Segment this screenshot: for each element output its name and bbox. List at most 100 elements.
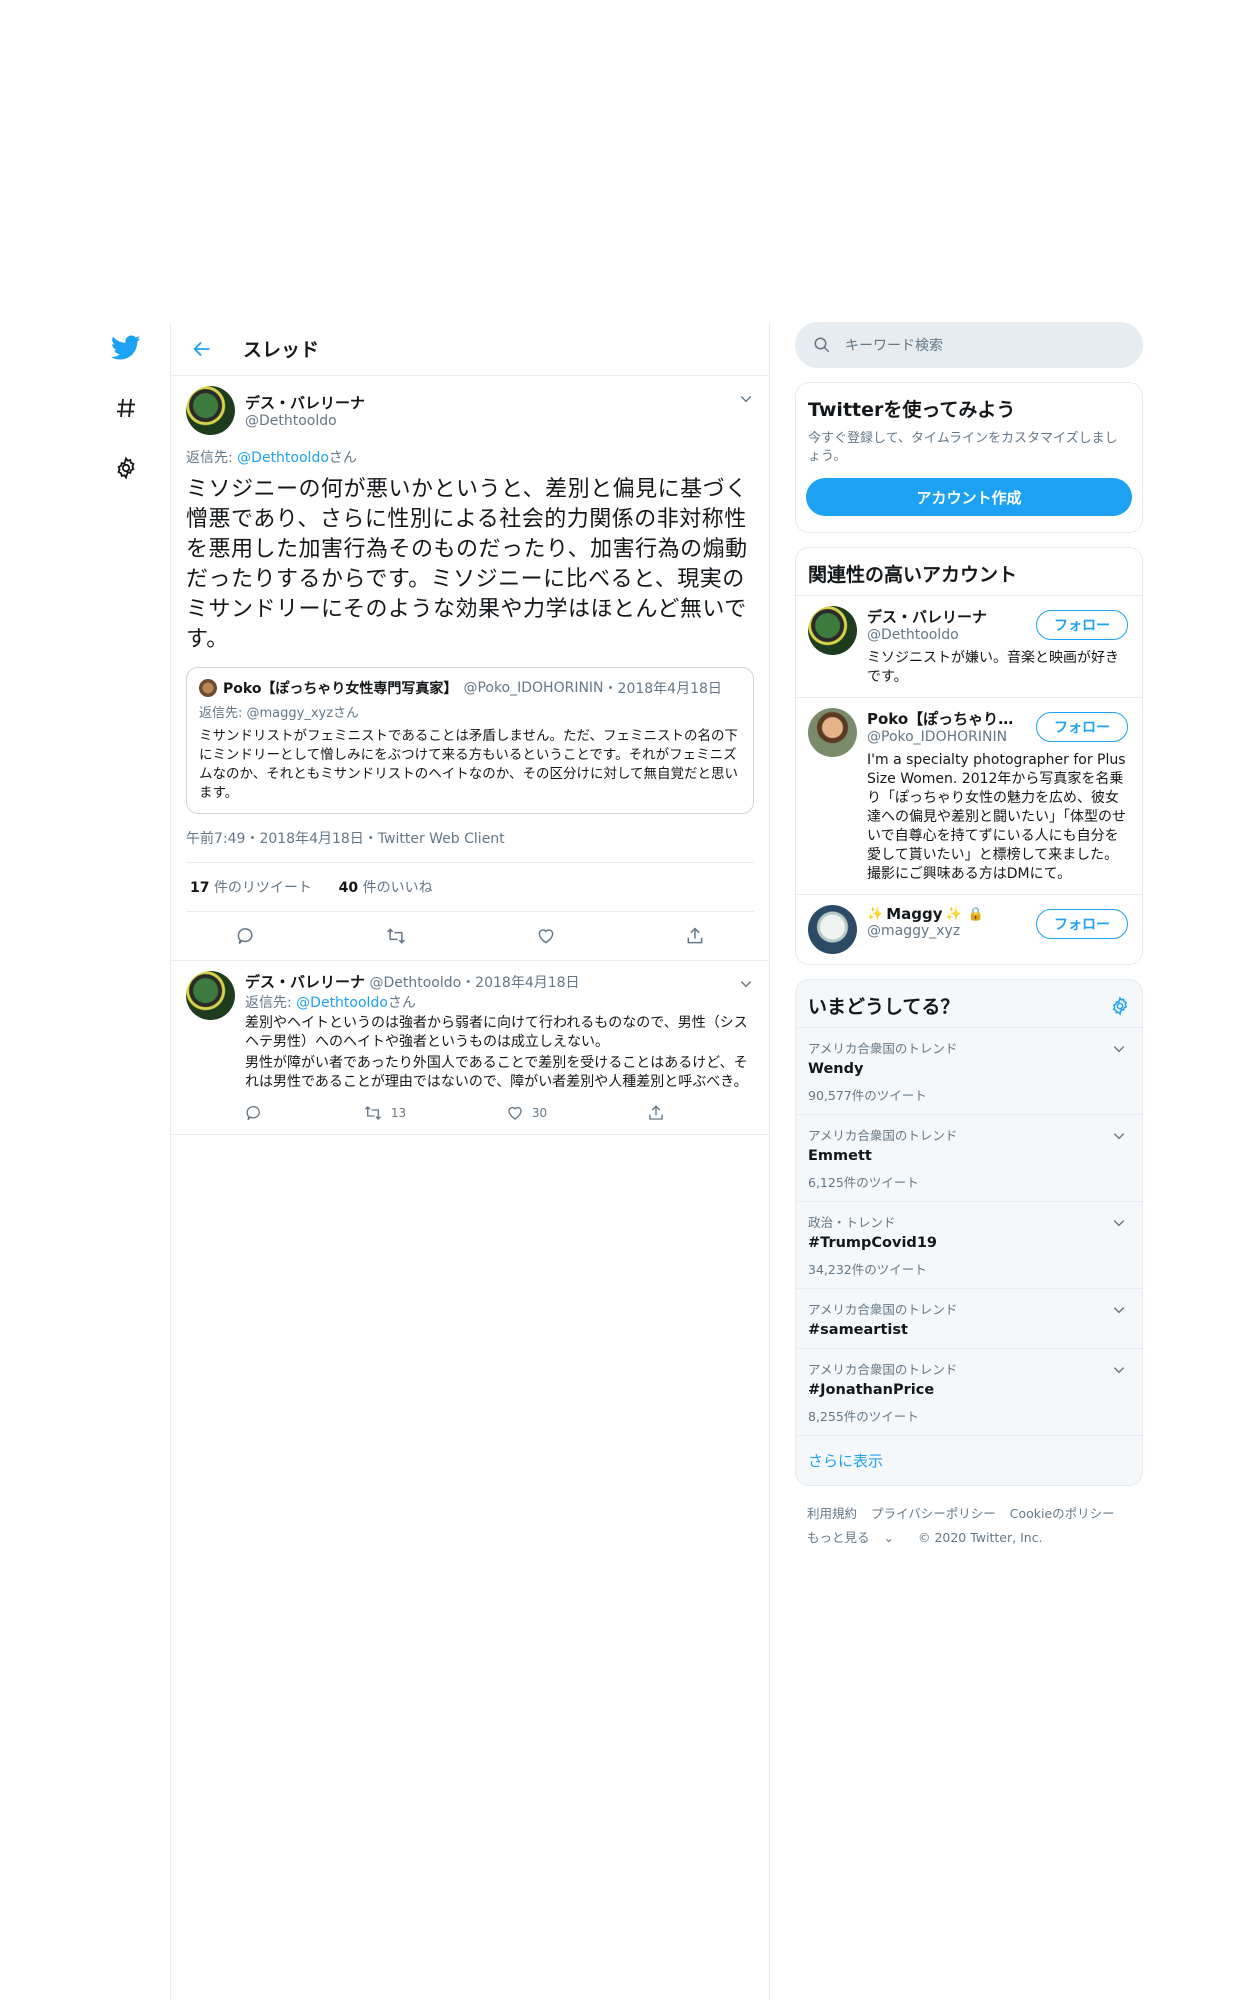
hashtag-icon[interactable]	[108, 390, 144, 426]
account-bio: I'm a specialty photographer for Plus Si…	[867, 752, 1126, 882]
search-placeholder: キーワード検索	[845, 338, 943, 354]
footer-link-cookies[interactable]: Cookieのポリシー	[1010, 1506, 1115, 1521]
avatar[interactable]	[186, 386, 235, 435]
search-input[interactable]: キーワード検索	[795, 322, 1143, 368]
footer-more-label: もっと見る	[807, 1530, 870, 1545]
account-item[interactable]: Poko【ぽっちゃり女… @Poko_IDOHORININ I'm a spec…	[796, 697, 1142, 894]
trend-category: 政治・トレンド	[808, 1215, 896, 1230]
reply-text-1: 差別やヘイトというのは強者から弱者に向けて行われるものなので、男性（シスヘテ男性…	[245, 1015, 748, 1050]
share-icon[interactable]	[685, 926, 705, 946]
twitter-bird-icon[interactable]	[108, 330, 144, 366]
copyright: © 2020 Twitter, Inc.	[917, 1530, 1043, 1545]
reply-date[interactable]: ・2018年4月18日	[461, 975, 579, 991]
avatar[interactable]	[808, 606, 857, 655]
reply-to-link[interactable]: @Dethtooldo	[296, 995, 388, 1011]
footer-link-terms[interactable]: 利用規約	[807, 1506, 857, 1521]
sparkle-icon: ✨	[867, 906, 884, 922]
retweet-icon[interactable]	[385, 926, 407, 946]
like-count-link[interactable]: 40 件のいいね	[339, 880, 433, 896]
gear-icon[interactable]	[1110, 995, 1130, 1016]
reply-author-handle[interactable]: @Dethtooldo	[369, 975, 461, 991]
account-item[interactable]: デス・バレリーナ @Dethtooldo ミソジニストが嫌い。音楽と映画が好きで…	[796, 595, 1142, 697]
like-button[interactable]: 30	[506, 1104, 547, 1122]
like-icon	[508, 1106, 522, 1120]
trend-count: 8,255件のツイート	[808, 1409, 919, 1424]
chevron-down-icon: ⌄	[883, 1530, 894, 1545]
reply-to: 返信先: @Dethtooldoさん	[245, 992, 754, 1012]
like-count: 40	[338, 880, 359, 896]
author-name[interactable]: デス・バレリーナ	[245, 392, 365, 413]
reply-icon[interactable]	[236, 926, 256, 946]
trend-item[interactable]: アメリカ合衆国のトレンド #sameartist	[796, 1289, 1142, 1349]
reply-icon[interactable]	[245, 1104, 263, 1122]
retweet-icon	[364, 1106, 381, 1120]
trend-item[interactable]: アメリカ合衆国のトレンド Emmett 6,125件のツイート	[796, 1115, 1142, 1202]
account-bio: ミソジニストが嫌い。音楽と映画が好きです。	[867, 650, 1119, 685]
signup-title: Twitterを使ってみよう	[808, 399, 1016, 421]
chevron-down-icon[interactable]	[1112, 1363, 1126, 1377]
share-icon[interactable]	[647, 1104, 665, 1122]
reply-prefix: 返信先:	[186, 450, 238, 466]
chevron-down-icon[interactable]	[739, 392, 753, 406]
like-icon[interactable]	[536, 926, 556, 946]
quoted-tweet[interactable]: Poko【ぽっちゃり女性専門写真家】 @Poko_IDOHORININ ・201…	[186, 667, 754, 814]
search-icon	[814, 337, 830, 353]
footer: 利用規約 プライバシーポリシー Cookieのポリシー もっと見る ⌄ © 20…	[795, 1486, 1143, 1566]
follow-button[interactable]: フォロー	[1036, 712, 1128, 742]
sparkle-icon: ✨	[945, 906, 962, 922]
quote-reply-to: 返信先: @maggy_xyzさん	[199, 706, 360, 721]
reply-suffix: さん	[328, 450, 357, 466]
retweet-button[interactable]: 13	[363, 1104, 406, 1122]
trend-category: アメリカ合衆国のトレンド	[808, 1041, 958, 1056]
reply-header: デス・バレリーナ @Dethtooldo・2018年4月18日	[245, 971, 754, 992]
create-account-button[interactable]: アカウント作成	[806, 478, 1132, 516]
chevron-down-icon[interactable]	[1112, 1216, 1126, 1230]
trend-name: #sameartist	[808, 1322, 908, 1338]
trend-item[interactable]: アメリカ合衆国のトレンド Wendy 90,577件のツイート	[796, 1028, 1142, 1115]
account-name[interactable]: デス・バレリーナ	[867, 606, 1017, 627]
gear-icon[interactable]	[108, 450, 144, 486]
account-item[interactable]: ✨ Maggy ✨ 🔒 @maggy_xyz フォロー	[796, 894, 1142, 964]
quote-author-handle: @Poko_IDOHORININ	[463, 680, 604, 696]
trends-card: いまどうしてる？ アメリカ合衆国のトレンド Wendy 90,577件のツイート…	[795, 979, 1143, 1486]
quote-date: ・2018年4月18日	[603, 681, 722, 697]
footer-link-privacy[interactable]: プライバシーポリシー	[871, 1506, 996, 1521]
account-name[interactable]: Poko【ぽっちゃり女…	[867, 708, 1017, 729]
show-more-link[interactable]: さらに表示	[796, 1436, 1142, 1485]
trend-count: 34,232件のツイート	[808, 1262, 927, 1277]
trend-name: Wendy	[808, 1061, 864, 1077]
trend-item[interactable]: 政治・トレンド #TrumpCovid19 34,232件のツイート	[796, 1202, 1142, 1289]
quote-author-name: Poko【ぽっちゃり女性専門写真家】	[223, 681, 458, 697]
trend-count: 6,125件のツイート	[808, 1175, 919, 1190]
author-handle[interactable]: @Dethtooldo	[245, 413, 365, 429]
trend-category: アメリカ合衆国のトレンド	[808, 1128, 958, 1143]
reply-tweet[interactable]: デス・バレリーナ @Dethtooldo・2018年4月18日 返信先: @De…	[171, 961, 769, 1135]
chevron-down-icon[interactable]	[739, 977, 753, 991]
main-column: スレッド デス・バレリーナ @Dethtooldo 返信先: @Dethtool…	[170, 322, 770, 2000]
page-title: スレッド	[243, 339, 320, 361]
reply-to-link[interactable]: @Dethtooldo	[237, 450, 329, 466]
trends-title: いまどうしてる？	[808, 996, 960, 1018]
reply-text-2: 男性が障がい者であったり外国人であることで差別を受けることはあるけど、それは男性…	[245, 1055, 748, 1090]
reply-actions: 13 30	[245, 1104, 665, 1122]
avatar	[199, 679, 217, 697]
reply-author-name[interactable]: デス・バレリーナ	[245, 973, 365, 991]
reply-suffix: さん	[387, 995, 416, 1011]
account-name-row[interactable]: ✨ Maggy ✨ 🔒	[867, 905, 1017, 923]
trend-name: Emmett	[808, 1148, 872, 1164]
avatar[interactable]	[808, 708, 857, 757]
back-arrow-icon[interactable]	[191, 338, 213, 360]
tweet-meta: 午前7:49・2018年4月18日・Twitter Web Client	[186, 828, 754, 863]
avatar[interactable]	[808, 905, 857, 954]
tweet-text: ミソジニーの何が悪いかというと、差別と偏見に基づく憎悪であり、さらに性別による社…	[186, 477, 748, 652]
chevron-down-icon[interactable]	[1112, 1303, 1126, 1317]
chevron-down-icon[interactable]	[1112, 1042, 1126, 1056]
follow-button[interactable]: フォロー	[1036, 909, 1128, 939]
avatar[interactable]	[186, 971, 235, 1020]
tweet-author[interactable]: デス・バレリーナ @Dethtooldo	[186, 386, 754, 435]
retweet-count-link[interactable]: 17 件のリツイート	[190, 880, 312, 896]
follow-button[interactable]: フォロー	[1036, 610, 1128, 640]
footer-more-link[interactable]: もっと見る ⌄	[807, 1530, 904, 1545]
trend-item[interactable]: アメリカ合衆国のトレンド #JonathanPrice 8,255件のツイート	[796, 1349, 1142, 1436]
chevron-down-icon[interactable]	[1112, 1129, 1126, 1143]
